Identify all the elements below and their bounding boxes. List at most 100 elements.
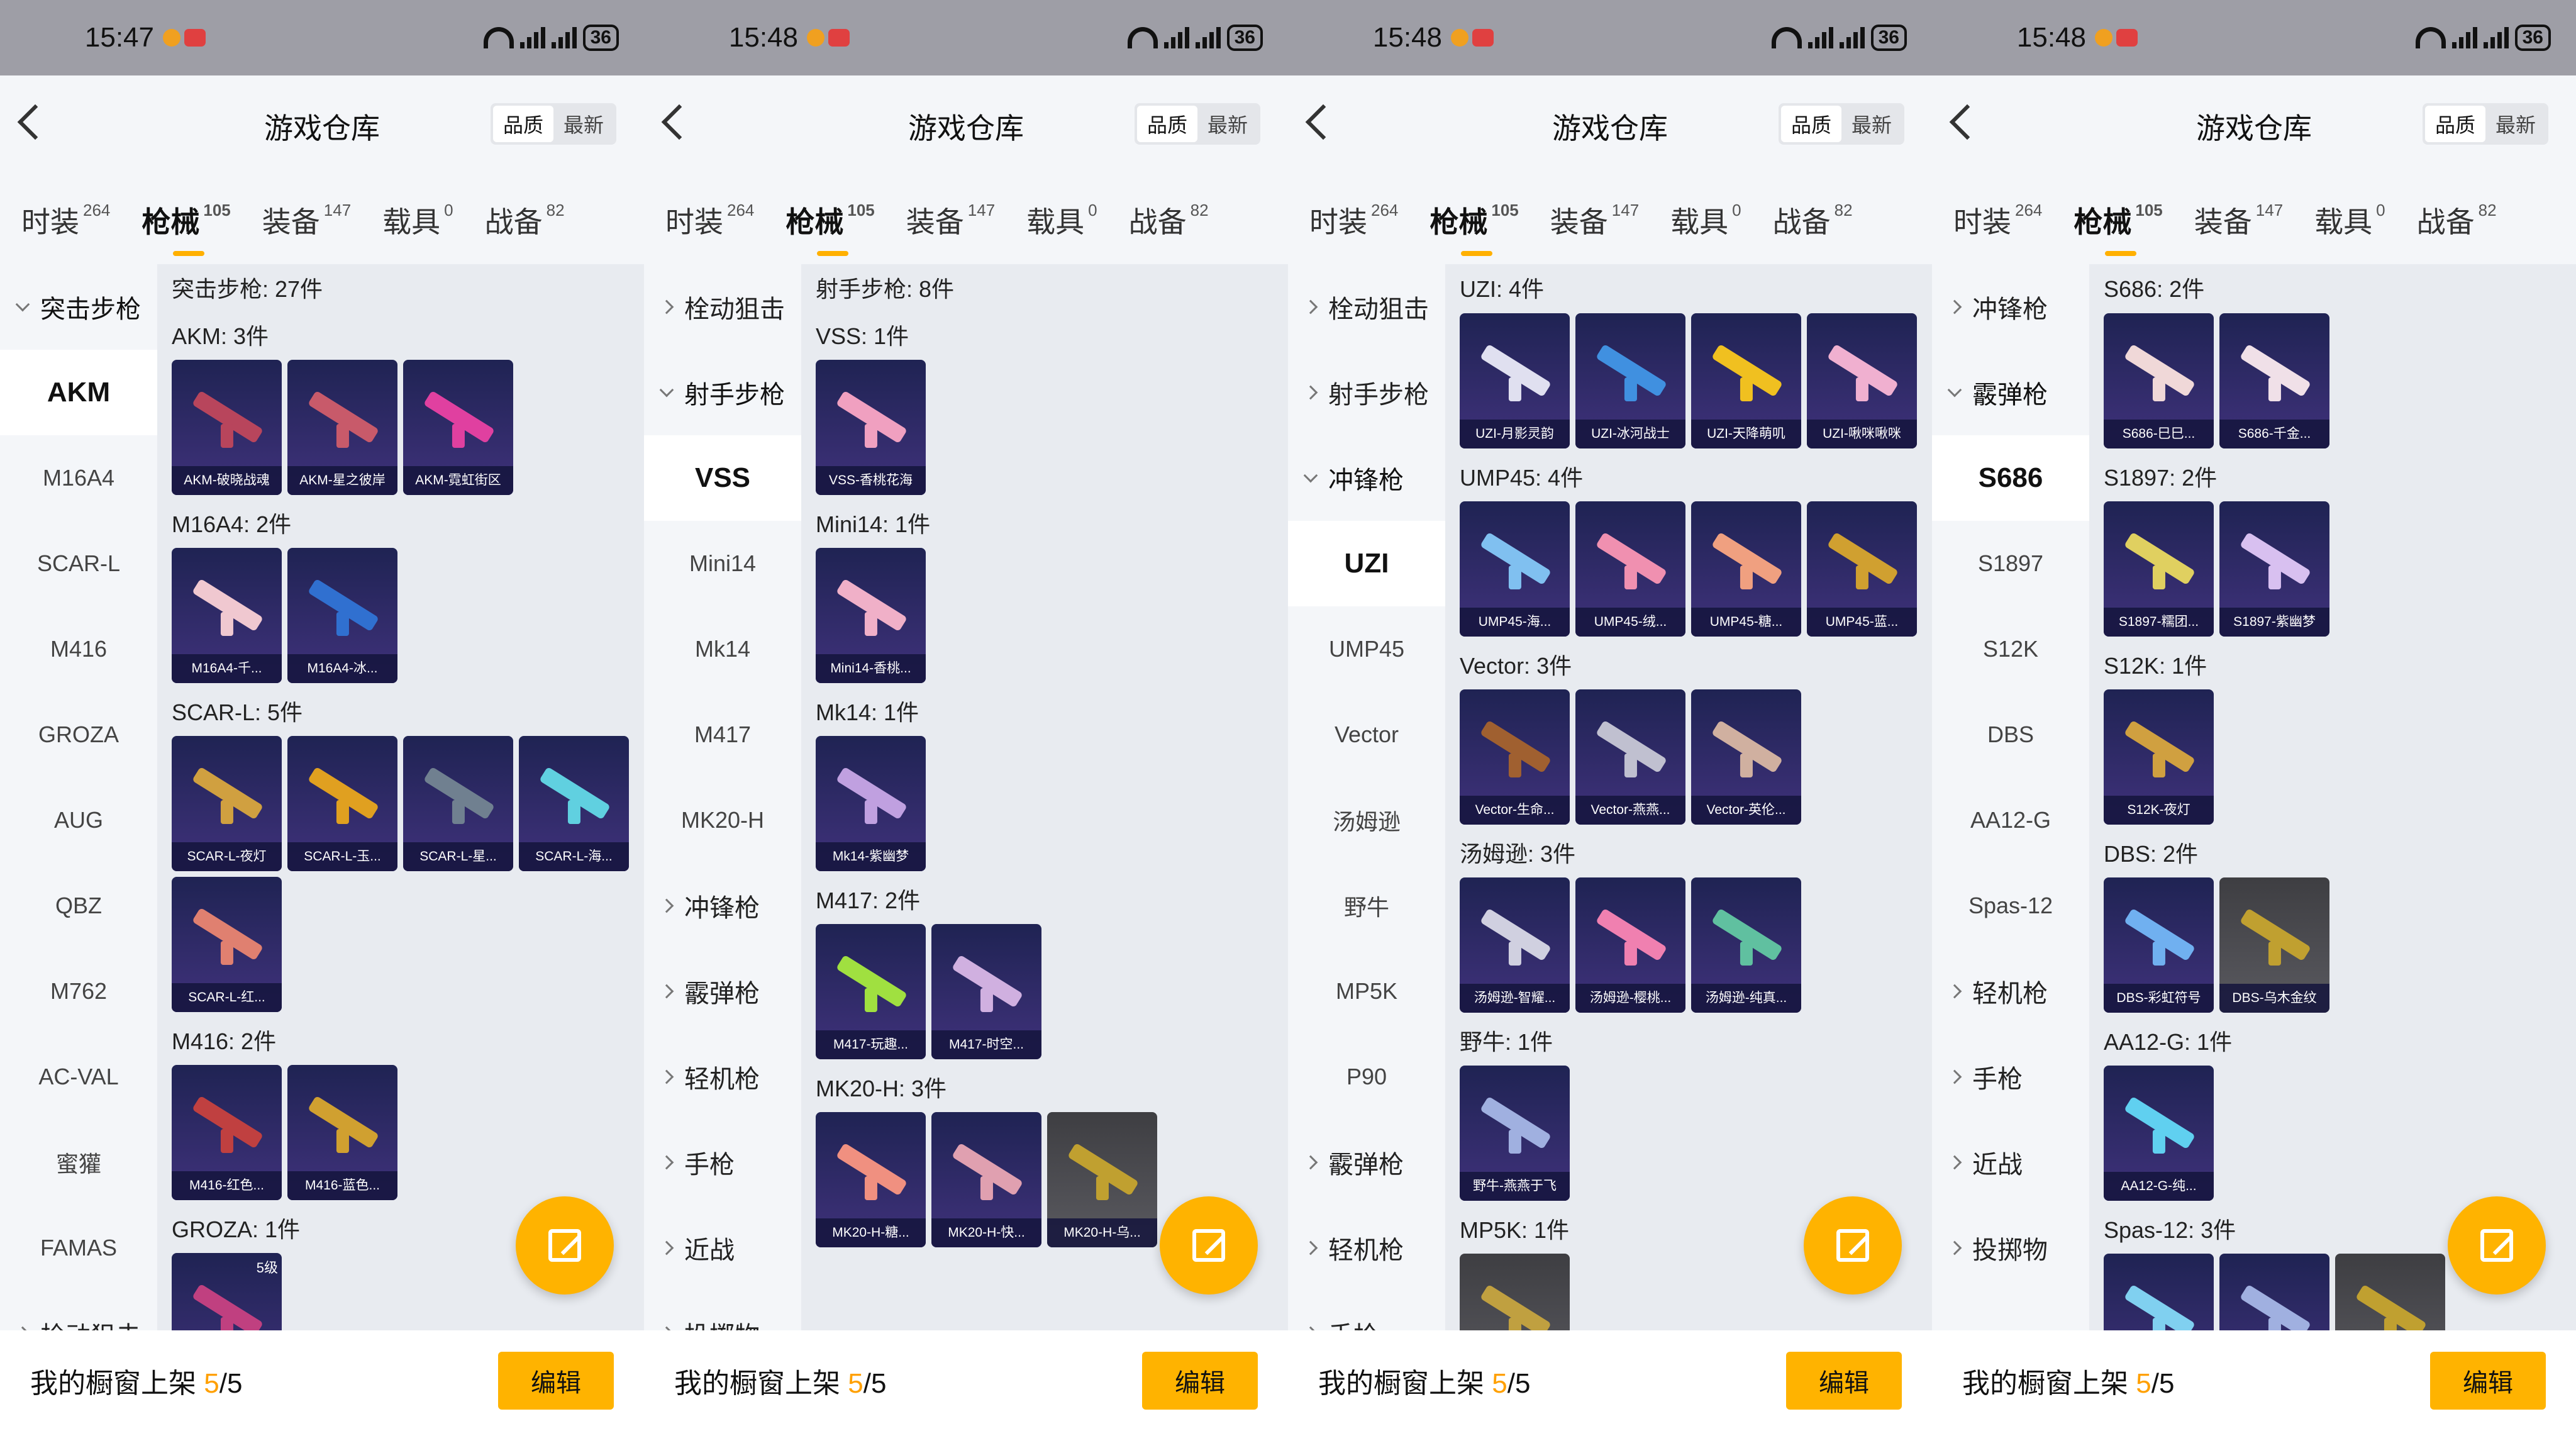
sidebar-item[interactable]: Mk14 [644, 606, 801, 692]
skin-card[interactable]: SCAR-L-夜灯 [172, 736, 282, 871]
sidebar-group[interactable]: 投掷物 [644, 1291, 801, 1330]
sidebar-item[interactable]: AC-VAL [0, 1034, 157, 1120]
tab-枪械[interactable]: 枪械 105 [142, 199, 231, 256]
skin-card[interactable]: UZI-啾咪啾咪 [1807, 313, 1917, 448]
skin-card[interactable]: SCAR-L-玉... [287, 736, 397, 871]
sidebar-group[interactable]: 射手步枪 [1288, 350, 1445, 435]
sort-quality-button[interactable]: 品质 [1781, 106, 1841, 142]
skin-card[interactable]: 汤姆逊-智耀... [1460, 877, 1570, 1013]
sidebar-item[interactable]: 汤姆逊 [1288, 777, 1445, 863]
skin-card[interactable]: SCAR-L-星... [403, 736, 513, 871]
sort-newest-button[interactable]: 最新 [553, 106, 614, 142]
sort-quality-button[interactable]: 品质 [493, 106, 553, 142]
skin-card[interactable]: Vector-燕燕... [1575, 689, 1685, 825]
skin-card[interactable]: UMP45-蓝... [1807, 501, 1917, 637]
sidebar-item[interactable]: P90 [1288, 1034, 1445, 1120]
sidebar-group[interactable]: 投掷物 [1932, 1205, 2089, 1291]
sidebar-item[interactable]: S686 [1932, 435, 2089, 521]
sidebar-item[interactable]: UMP45 [1288, 606, 1445, 692]
sidebar-item[interactable]: M762 [0, 949, 157, 1034]
share-fab[interactable] [516, 1196, 614, 1295]
tab-战备[interactable]: 战备 82 [485, 199, 565, 241]
edit-button[interactable]: 编辑 [2430, 1352, 2546, 1410]
tab-枪械[interactable]: 枪械 105 [1430, 199, 1519, 256]
skin-card[interactable]: DBS-彩虹符号 [2104, 877, 2214, 1013]
tab-战备[interactable]: 战备 82 [1129, 199, 1209, 241]
sidebar-item[interactable]: SCAR-L [0, 521, 157, 606]
sidebar-group[interactable]: 冲锋枪 [1932, 264, 2089, 350]
tab-装备[interactable]: 装备 147 [1550, 199, 1639, 241]
sidebar-item[interactable]: Spas-12 [1932, 863, 2089, 949]
tab-战备[interactable]: 战备 82 [1773, 199, 1853, 241]
sidebar-group[interactable]: 突击步枪 [0, 264, 157, 350]
sidebar-group[interactable]: 栓动狙击 [0, 1291, 157, 1330]
sidebar-group[interactable]: 栓动狙击 [644, 264, 801, 350]
sidebar-item[interactable]: DBS [1932, 692, 2089, 777]
tab-装备[interactable]: 装备 147 [906, 199, 995, 241]
sidebar-item[interactable]: AUG [0, 777, 157, 863]
share-fab[interactable] [1804, 1196, 1902, 1295]
tab-枪械[interactable]: 枪械 105 [786, 199, 875, 256]
skin-card[interactable]: AKM-星之彼岸 [287, 360, 397, 495]
skin-card[interactable]: Mini14-香桃... [816, 548, 926, 683]
skin-card[interactable]: UZI-月影灵韵 [1460, 313, 1570, 448]
skin-card[interactable] [2219, 1254, 2329, 1330]
edit-button[interactable]: 编辑 [498, 1352, 614, 1410]
skin-card[interactable]: Vector-英伦... [1691, 689, 1801, 825]
skin-card[interactable]: MK20-H-糖... [816, 1112, 926, 1247]
sort-quality-button[interactable]: 品质 [2425, 106, 2485, 142]
sidebar-group[interactable]: 射手步枪 [644, 350, 801, 435]
skin-card[interactable]: MK20-H-快... [931, 1112, 1041, 1247]
skin-card[interactable]: S1897-糯团... [2104, 501, 2214, 637]
skin-card[interactable]: VSS-香桃花海 [816, 360, 926, 495]
skin-card[interactable]: Vector-生命... [1460, 689, 1570, 825]
sidebar-item[interactable]: UZI [1288, 521, 1445, 606]
sidebar-item[interactable]: S1897 [1932, 521, 2089, 606]
tab-时装[interactable]: 时装 264 [21, 199, 110, 241]
sidebar-group[interactable]: 轻机枪 [1932, 949, 2089, 1034]
skin-card[interactable]: S12K-夜灯 [2104, 689, 2214, 825]
skin-card[interactable]: M416-蓝色... [287, 1065, 397, 1200]
sidebar-group[interactable]: 冲锋枪 [1288, 435, 1445, 521]
tab-装备[interactable]: 装备 147 [2194, 199, 2283, 241]
sidebar-item[interactable]: 蜜獾 [0, 1120, 157, 1205]
tab-时装[interactable]: 时装 264 [1953, 199, 2042, 241]
sidebar-item[interactable]: VSS [644, 435, 801, 521]
sidebar-group[interactable]: 霰弹枪 [1288, 1120, 1445, 1205]
tab-时装[interactable]: 时装 264 [1309, 199, 1398, 241]
sort-newest-button[interactable]: 最新 [1197, 106, 1258, 142]
sidebar-item[interactable]: Mini14 [644, 521, 801, 606]
skin-card[interactable]: UMP45-糖... [1691, 501, 1801, 637]
skin-card[interactable]: UZI-冰河战士 [1575, 313, 1685, 448]
skin-card[interactable]: M416-红色... [172, 1065, 282, 1200]
sidebar-group[interactable]: 近战 [644, 1205, 801, 1291]
skin-card[interactable]: AA12-G-纯... [2104, 1066, 2214, 1201]
skin-card[interactable] [2335, 1254, 2445, 1330]
tab-时装[interactable]: 时装 264 [665, 199, 754, 241]
skin-card[interactable]: UMP45-绒... [1575, 501, 1685, 637]
sidebar-item[interactable]: GROZA [0, 692, 157, 777]
sidebar-item[interactable]: AA12-G [1932, 777, 2089, 863]
skin-card[interactable]: Mk14-紫幽梦 [816, 736, 926, 871]
sidebar-item[interactable]: M416 [0, 606, 157, 692]
skin-card[interactable]: AKM-霓虹街区 [403, 360, 513, 495]
tab-载具[interactable]: 载具 0 [1026, 199, 1097, 241]
skin-card[interactable]: M16A4-千... [172, 548, 282, 683]
skin-card[interactable]: UMP45-海... [1460, 501, 1570, 637]
sidebar-group[interactable]: 手枪 [1932, 1034, 2089, 1120]
sidebar-group[interactable]: 手枪 [644, 1120, 801, 1205]
tab-载具[interactable]: 载具 0 [1670, 199, 1741, 241]
sort-newest-button[interactable]: 最新 [1841, 106, 1902, 142]
tab-枪械[interactable]: 枪械 105 [2074, 199, 2163, 256]
skin-card[interactable]: S1897-紫幽梦 [2219, 501, 2329, 637]
sidebar-group[interactable]: 霰弹枪 [644, 949, 801, 1034]
sidebar-group[interactable]: 近战 [1932, 1120, 2089, 1205]
sidebar-item[interactable]: M417 [644, 692, 801, 777]
sidebar-item[interactable]: M16A4 [0, 435, 157, 521]
share-fab[interactable] [2448, 1196, 2546, 1295]
sort-newest-button[interactable]: 最新 [2485, 106, 2546, 142]
sidebar-group[interactable]: 霰弹枪 [1932, 350, 2089, 435]
sidebar-item[interactable]: Vector [1288, 692, 1445, 777]
sidebar-group[interactable]: 冲锋枪 [644, 863, 801, 949]
skin-card[interactable]: MK20-H-乌... [1047, 1112, 1157, 1247]
